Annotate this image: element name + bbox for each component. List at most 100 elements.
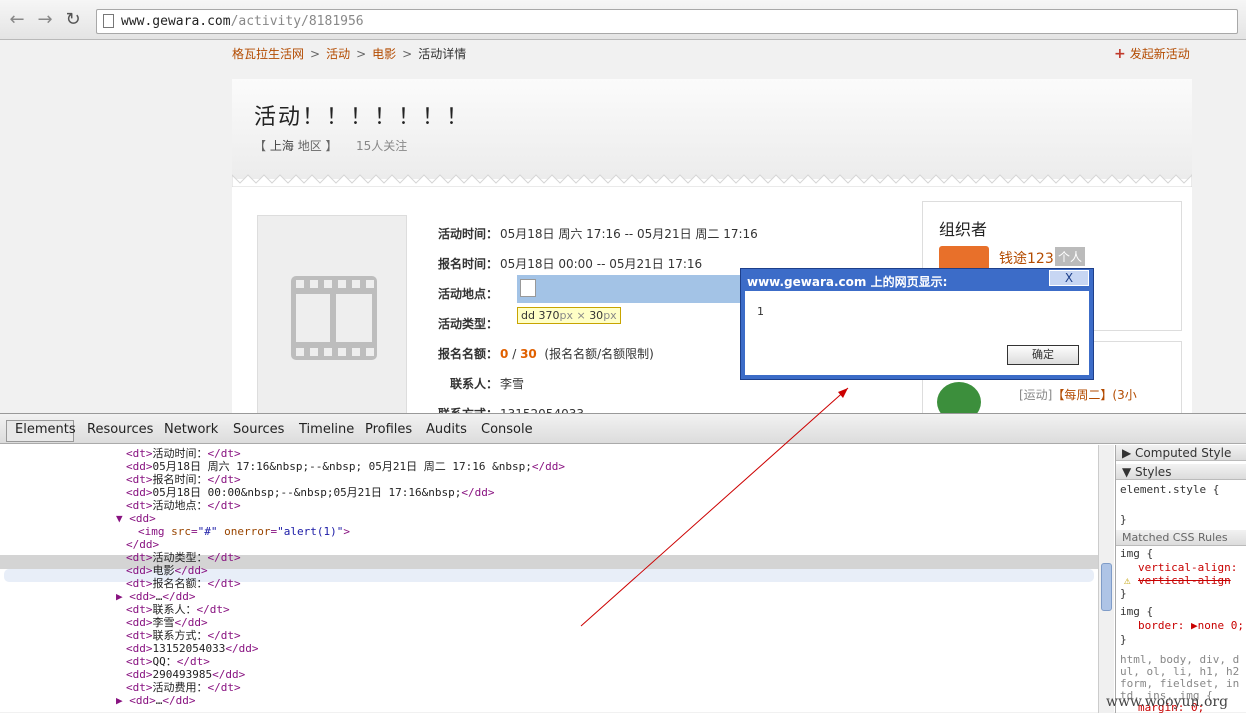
- dom-node-line[interactable]: <dd>05月18日 周六 17:16&nbsp;--&nbsp; 05月21日…: [126, 460, 565, 473]
- page-icon: [103, 14, 114, 28]
- reload-icon[interactable]: ↻: [62, 8, 84, 32]
- dom-text: 报名时间：: [152, 473, 208, 486]
- dom-tag-open: <dd>: [126, 668, 153, 681]
- field-contact: 联系人： 李雪: [432, 375, 524, 392]
- dom-tag-close: </dd>: [531, 460, 566, 473]
- dom-tag-open: <dd>: [126, 616, 153, 629]
- broken-image-icon: [520, 279, 536, 297]
- styles-header[interactable]: ▼ Styles: [1116, 464, 1246, 480]
- element-style-rule[interactable]: element.style {: [1120, 483, 1219, 496]
- dom-node-line[interactable]: <dt>报名名额：</dt>: [126, 577, 241, 590]
- dom-tag-open: <dt>: [126, 447, 153, 460]
- dom-node-line[interactable]: <dt>活动费用：</dt>: [126, 681, 241, 694]
- dialog-close-button[interactable]: X: [1049, 270, 1089, 286]
- dom-node-line[interactable]: <dd>电影</dd>: [126, 564, 208, 577]
- dom-node-line[interactable]: <dd>李雪</dd>: [126, 616, 208, 629]
- organizer-name-link[interactable]: 钱途123: [999, 248, 1054, 268]
- breadcrumb-movie[interactable]: 电影: [372, 47, 396, 61]
- event-region: 【 上海 地区 】: [254, 137, 338, 154]
- tab-profiles[interactable]: Profiles: [365, 422, 412, 437]
- rule-property[interactable]: vertical-align:: [1138, 561, 1237, 574]
- dom-tag-close: </dd>: [225, 642, 259, 655]
- tab-console[interactable]: Console: [481, 422, 533, 437]
- tab-network[interactable]: Network: [164, 422, 218, 437]
- tab-timeline[interactable]: Timeline: [299, 422, 354, 437]
- tab-resources[interactable]: Resources: [87, 422, 153, 437]
- rule-selector[interactable]: img {: [1120, 605, 1153, 618]
- rule-property-overridden[interactable]: vertical-align: [1138, 574, 1231, 587]
- scrollbar-thumb[interactable]: [1101, 563, 1112, 611]
- dom-node-line[interactable]: ▶ <dd>…</dd>: [116, 694, 196, 707]
- url-text[interactable]: www.gewara.com/activity/8181956: [121, 14, 364, 29]
- forward-arrow-icon[interactable]: →: [34, 8, 56, 32]
- field-label: 活动时间：: [437, 227, 498, 241]
- rule-brace: }: [1120, 513, 1127, 526]
- tab-elements[interactable]: Elements: [15, 422, 76, 437]
- dom-node-line[interactable]: <dt>活动时间：</dt>: [126, 447, 241, 460]
- dom-tag-close: </dt>: [207, 629, 241, 642]
- dom-tag-close: </dd>: [174, 616, 208, 629]
- dom-scrollbar[interactable]: [1098, 445, 1114, 713]
- dialog-body: 1 确定: [745, 291, 1089, 375]
- url-host: www.gewara.com: [121, 14, 231, 29]
- breadcrumb-activity[interactable]: 活动: [326, 47, 350, 61]
- dom-text: 活动类型：: [152, 551, 208, 564]
- field-value: 05月18日 00:00 -- 05月21日 17:16: [500, 257, 703, 271]
- dom-text: 05月18日 00:00&nbsp;--&nbsp;05月21日 17:16&n…: [152, 486, 462, 499]
- dom-node-line[interactable]: <img src="#" onerror="alert(1)">: [138, 525, 350, 538]
- breadcrumb-home[interactable]: 格瓦拉生活网: [232, 47, 304, 61]
- dom-text: 联系方式：: [152, 629, 208, 642]
- dom-text: 13152054033: [152, 642, 226, 655]
- quota-total: 30: [520, 347, 537, 361]
- styles-label: Styles: [1135, 465, 1172, 479]
- rule-brace: }: [1120, 587, 1127, 600]
- tab-sources[interactable]: Sources: [233, 422, 284, 437]
- dom-tag-close: </dd>: [162, 590, 196, 603]
- rule-selector[interactable]: img {: [1120, 547, 1153, 560]
- dom-node-line[interactable]: <dd>13152054033</dd>: [126, 642, 258, 655]
- dom-text: 05月18日 周六 17:16&nbsp;--&nbsp; 05月21日 周二 …: [152, 460, 532, 473]
- dom-node-line[interactable]: ▼ <dd>: [116, 512, 156, 525]
- address-bar[interactable]: www.gewara.com/activity/8181956: [96, 9, 1238, 34]
- dom-tag-open: <dt>: [126, 681, 153, 694]
- dom-node-line[interactable]: <dt>活动地点：</dt>: [126, 499, 241, 512]
- region-city-link[interactable]: 上海: [270, 139, 294, 153]
- dom-node-line[interactable]: <dd>05月18日 00:00&nbsp;--&nbsp;05月21日 17:…: [126, 486, 495, 499]
- field-label: 活动类型：: [437, 317, 498, 331]
- dom-node-line[interactable]: <dt>报名时间：</dt>: [126, 473, 241, 486]
- dom-tag-open: <dd>: [126, 564, 153, 577]
- dom-node-line[interactable]: <dt>联系人：</dt>: [126, 603, 230, 616]
- zigzag-divider: [232, 173, 1192, 187]
- dom-tag-open: <dd>: [126, 460, 153, 473]
- rule-property[interactable]: border: ▶none 0;: [1138, 619, 1244, 632]
- dom-tag-close: </dd>: [174, 564, 208, 577]
- dom-node-line[interactable]: <dt>QQ：</dt>: [126, 655, 210, 668]
- alert-dialog: www.gewara.com 上的网页显示: X 1 确定: [740, 268, 1094, 380]
- tooltip-unit: px: [559, 309, 573, 322]
- computed-style-header[interactable]: ▶ Computed Style: [1116, 445, 1246, 461]
- dom-tag-open: <dd>: [126, 642, 153, 655]
- related-item-link[interactable]: [运动]【每周二】(3小: [1019, 386, 1137, 403]
- new-activity-link[interactable]: + 发起新活动: [1114, 45, 1190, 62]
- dom-text: 活动费用：: [152, 681, 208, 694]
- tab-audits[interactable]: Audits: [426, 422, 467, 437]
- back-arrow-icon[interactable]: ←: [6, 8, 28, 32]
- plus-icon: +: [1114, 46, 1126, 62]
- field-signup-time: 报名时间： 05月18日 00:00 -- 05月21日 17:16: [432, 255, 702, 272]
- dialog-ok-button[interactable]: 确定: [1007, 345, 1079, 365]
- dom-tag-close: </dt>: [207, 577, 241, 590]
- dom-node-line[interactable]: <dd>290493985</dd>: [126, 668, 245, 681]
- dom-node-line[interactable]: <dt>联系方式：</dt>: [126, 629, 241, 642]
- dom-node-line[interactable]: ▶ <dd>…</dd>: [116, 590, 196, 603]
- dom-node-line[interactable]: <dt>活动类型：</dt>: [126, 551, 241, 564]
- event-title: 活动！！！！！！！: [254, 105, 471, 130]
- quota-note: (报名名额/名额限制): [544, 347, 654, 361]
- dom-node-line[interactable]: </dd>: [126, 538, 159, 551]
- dom-tag-open: <img src="#" onerror="alert(1)">: [138, 525, 350, 538]
- related-prefix: [运动]: [1019, 388, 1053, 402]
- url-path: /activity/8181956: [230, 14, 364, 29]
- dom-tree[interactable]: <dt>活动时间：</dt> <dd>05月18日 周六 17:16&nbsp;-…: [0, 445, 1098, 713]
- web-page: 格瓦拉生活网 > 活动 > 电影 > 活动详情 + 发起新活动 活动！！！！！！！ 【 上海 …: [0, 41, 1246, 413]
- region-open: 【: [254, 139, 267, 153]
- devtools-tabbar: Elements Resources Network Sources Timel…: [0, 414, 1246, 444]
